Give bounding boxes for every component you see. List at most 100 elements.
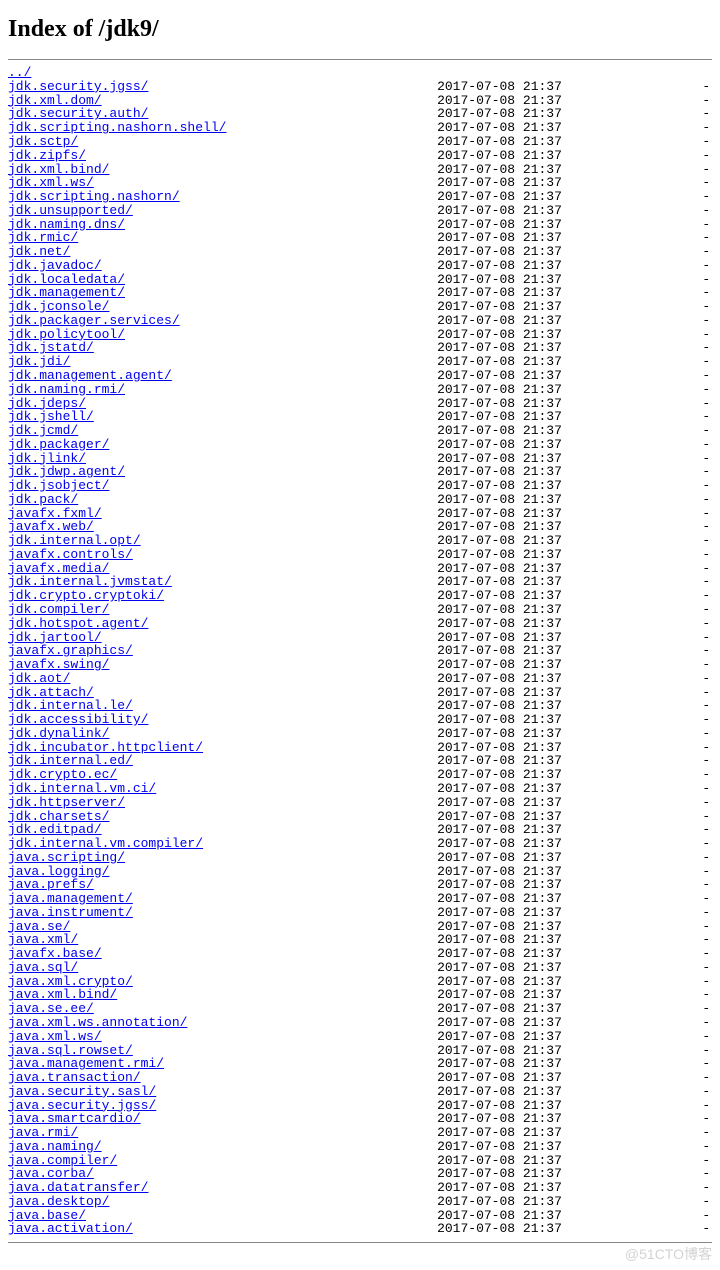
directory-link[interactable]: jdk.xml.bind/	[8, 162, 109, 177]
directory-link[interactable]: java.smartcardio/	[8, 1111, 141, 1126]
directory-link[interactable]: java.management.rmi/	[8, 1056, 164, 1071]
directory-link[interactable]: jdk.charsets/	[8, 809, 109, 824]
directory-link[interactable]: jdk.incubator.httpclient/	[8, 740, 203, 755]
listing-meta: 2017-07-08 21:37 -	[172, 574, 710, 589]
directory-link[interactable]: java.naming/	[8, 1139, 102, 1154]
directory-link[interactable]: java.instrument/	[8, 905, 133, 920]
directory-link[interactable]: java.xml.crypto/	[8, 974, 133, 989]
listing-meta: 2017-07-08 21:37 -	[156, 1098, 710, 1113]
directory-link[interactable]: java.security.sasl/	[8, 1084, 156, 1099]
directory-link[interactable]: jdk.management/	[8, 285, 125, 300]
directory-link[interactable]: jdk.packager.services/	[8, 313, 180, 328]
directory-link[interactable]: jdk.jdeps/	[8, 396, 86, 411]
directory-link[interactable]: java.datatransfer/	[8, 1180, 148, 1195]
directory-link[interactable]: jdk.packager/	[8, 437, 109, 452]
listing-meta: 2017-07-08 21:37 -	[78, 230, 710, 245]
directory-link[interactable]: jdk.crypto.cryptoki/	[8, 588, 164, 603]
directory-link[interactable]: java.scripting/	[8, 850, 125, 865]
directory-link[interactable]: javafx.media/	[8, 561, 109, 576]
directory-link[interactable]: jdk.xml.dom/	[8, 93, 102, 108]
directory-link[interactable]: jdk.jartool/	[8, 630, 102, 645]
directory-link[interactable]: javafx.swing/	[8, 657, 109, 672]
directory-link[interactable]: jdk.internal.jvmstat/	[8, 574, 172, 589]
directory-link[interactable]: java.base/	[8, 1208, 86, 1223]
directory-link[interactable]: jdk.localedata/	[8, 272, 125, 287]
directory-link[interactable]: java.xml.bind/	[8, 987, 117, 1002]
listing-meta: 2017-07-08 21:37 -	[102, 1139, 711, 1154]
directory-link[interactable]: java.compiler/	[8, 1153, 117, 1168]
directory-link[interactable]: java.sql.rowset/	[8, 1043, 133, 1058]
listing-meta: 2017-07-08 21:37 -	[226, 120, 710, 135]
directory-link[interactable]: jdk.pack/	[8, 492, 78, 507]
directory-link[interactable]: jdk.unsupported/	[8, 203, 133, 218]
listing-meta: 2017-07-08 21:37 -	[125, 850, 710, 865]
directory-link[interactable]: jdk.scripting.nashorn/	[8, 189, 180, 204]
directory-link[interactable]: jdk.naming.dns/	[8, 217, 125, 232]
directory-link[interactable]: jdk.jlink/	[8, 451, 86, 466]
directory-link[interactable]: java.transaction/	[8, 1070, 141, 1085]
directory-link[interactable]: jdk.xml.ws/	[8, 175, 94, 190]
directory-link[interactable]: java.xml.ws.annotation/	[8, 1015, 187, 1030]
directory-link[interactable]: jdk.internal.ed/	[8, 753, 133, 768]
listing-meta: 2017-07-08 21:37 -	[156, 781, 710, 796]
listing-meta: 2017-07-08 21:37 -	[70, 244, 710, 259]
listing-meta: 2017-07-08 21:37 -	[86, 396, 710, 411]
parent-directory-link[interactable]: ../	[8, 65, 31, 80]
directory-link[interactable]: jdk.internal.le/	[8, 698, 133, 713]
directory-link[interactable]: java.activation/	[8, 1221, 133, 1236]
directory-link[interactable]: javafx.web/	[8, 519, 94, 534]
directory-link[interactable]: jdk.internal.vm.ci/	[8, 781, 156, 796]
directory-link[interactable]: jdk.accessibility/	[8, 712, 148, 727]
directory-link[interactable]: jdk.security.auth/	[8, 106, 148, 121]
directory-link[interactable]: jdk.jdi/	[8, 354, 70, 369]
directory-link[interactable]: jdk.policytool/	[8, 327, 125, 342]
directory-link[interactable]: jdk.rmic/	[8, 230, 78, 245]
directory-link[interactable]: jdk.jdwp.agent/	[8, 464, 125, 479]
directory-link[interactable]: jdk.crypto.ec/	[8, 767, 117, 782]
directory-link[interactable]: jdk.net/	[8, 244, 70, 259]
directory-link[interactable]: jdk.jconsole/	[8, 299, 109, 314]
directory-link[interactable]: jdk.javadoc/	[8, 258, 102, 273]
directory-link[interactable]: jdk.management.agent/	[8, 368, 172, 383]
directory-link[interactable]: jdk.internal.opt/	[8, 533, 141, 548]
directory-link[interactable]: jdk.sctp/	[8, 134, 78, 149]
page-title: Index of /jdk9/	[8, 16, 712, 43]
listing-meta: 2017-07-08 21:37 -	[109, 162, 710, 177]
directory-link[interactable]: jdk.scripting.nashorn.shell/	[8, 120, 226, 135]
directory-link[interactable]: jdk.security.jgss/	[8, 79, 148, 94]
directory-link[interactable]: java.desktop/	[8, 1194, 109, 1209]
directory-link[interactable]: java.se/	[8, 919, 70, 934]
directory-link[interactable]: java.rmi/	[8, 1125, 78, 1140]
listing-meta: 2017-07-08 21:37 -	[78, 932, 710, 947]
directory-link[interactable]: jdk.dynalink/	[8, 726, 109, 741]
directory-link[interactable]: java.prefs/	[8, 877, 94, 892]
directory-link[interactable]: java.xml/	[8, 932, 78, 947]
directory-link[interactable]: javafx.controls/	[8, 547, 133, 562]
directory-link[interactable]: jdk.jcmd/	[8, 423, 78, 438]
directory-link[interactable]: jdk.jstatd/	[8, 340, 94, 355]
directory-link[interactable]: jdk.internal.vm.compiler/	[8, 836, 203, 851]
listing-meta: 2017-07-08 21:37 -	[133, 698, 710, 713]
directory-link[interactable]: jdk.attach/	[8, 685, 94, 700]
directory-link[interactable]: jdk.zipfs/	[8, 148, 86, 163]
directory-link[interactable]: jdk.aot/	[8, 671, 70, 686]
directory-link[interactable]: jdk.editpad/	[8, 822, 102, 837]
directory-link[interactable]: jdk.naming.rmi/	[8, 382, 125, 397]
directory-link[interactable]: jdk.compiler/	[8, 602, 109, 617]
directory-link[interactable]: jdk.httpserver/	[8, 795, 125, 810]
directory-link[interactable]: java.corba/	[8, 1166, 94, 1181]
directory-link[interactable]: javafx.fxml/	[8, 506, 102, 521]
directory-link[interactable]: jdk.jshell/	[8, 409, 94, 424]
directory-link[interactable]: javafx.graphics/	[8, 643, 133, 658]
directory-link[interactable]: java.logging/	[8, 864, 109, 879]
listing-meta: 2017-07-08 21:37 -	[203, 740, 710, 755]
listing-meta: 2017-07-08 21:37 -	[125, 795, 710, 810]
directory-link[interactable]: java.management/	[8, 891, 133, 906]
directory-link[interactable]: java.security.jgss/	[8, 1098, 156, 1113]
directory-link[interactable]: java.xml.ws/	[8, 1029, 102, 1044]
directory-link[interactable]: jdk.jsobject/	[8, 478, 109, 493]
directory-link[interactable]: java.sql/	[8, 960, 78, 975]
directory-link[interactable]: javafx.base/	[8, 946, 102, 961]
directory-link[interactable]: java.se.ee/	[8, 1001, 94, 1016]
directory-link[interactable]: jdk.hotspot.agent/	[8, 616, 148, 631]
